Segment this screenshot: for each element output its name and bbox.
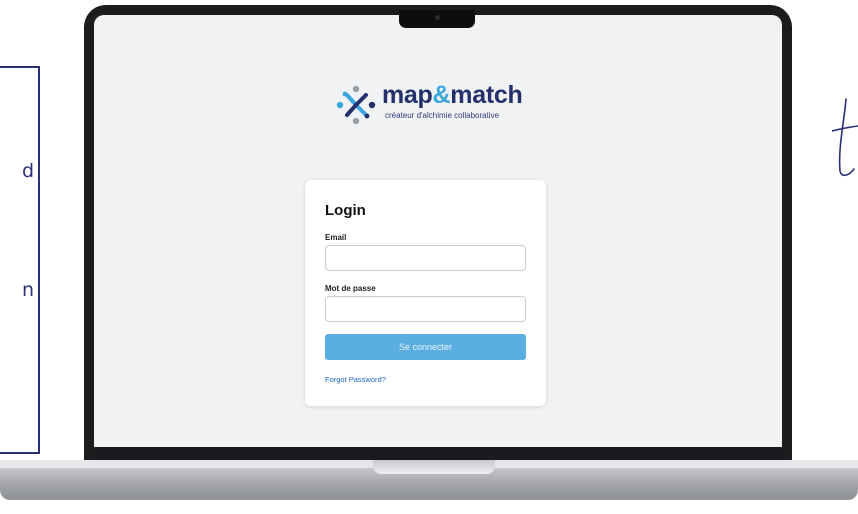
left-panel-text-fragment: n [22,279,35,301]
map-match-logo-icon [336,85,376,125]
email-label: Email [325,233,347,242]
brand-wordmark: map&match [382,81,523,110]
email-field[interactable] [325,245,526,271]
brand-tagline: créateur d'alchimie collaborative [385,111,500,120]
brand-ampersand: & [432,81,451,109]
login-card: Login Email Mot de passe Se connecter Fo… [305,180,546,406]
brand-name-part: match [450,81,523,109]
forgot-password-link[interactable]: Forgot Password? [325,375,386,384]
brand-header: map&match créateur d'alchimie collaborat… [336,81,536,133]
brand-name-part: map [382,81,433,109]
password-label: Mot de passe [325,284,376,293]
login-title: Login [325,202,366,219]
camera-icon [435,15,440,20]
left-info-panel [0,66,40,454]
login-submit-button[interactable]: Se connecter [325,334,526,360]
camera-notch [399,10,475,28]
password-field[interactable] [325,296,526,322]
left-panel-text-fragment: d [22,160,35,182]
laptop-opening-notch [373,460,495,474]
screen-bottom-bezel [94,447,782,461]
laptop-base [0,460,858,500]
laptop-screen: map&match créateur d'alchimie collaborat… [94,15,782,461]
handwritten-letter-fragment [832,98,858,177]
